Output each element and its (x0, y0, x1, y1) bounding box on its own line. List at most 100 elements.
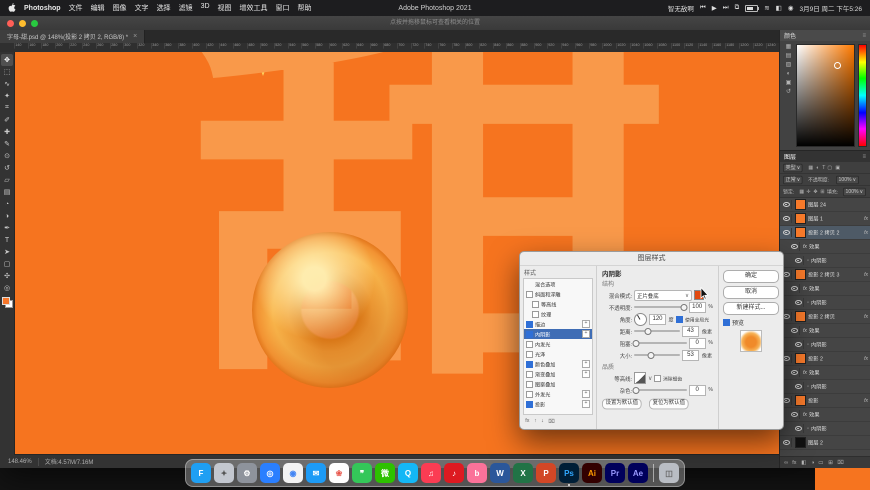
style-item-纹理[interactable]: 纹理 (524, 309, 592, 319)
hand-tool[interactable]: ✣ (1, 270, 13, 282)
type-tool[interactable]: T (1, 234, 13, 246)
layer-fx-badge[interactable]: fx (864, 314, 868, 320)
eyedropper-tool[interactable]: ✐ (1, 114, 13, 126)
layer-row[interactable]: ◦ 内阴影 (780, 296, 870, 310)
antialias-checkbox[interactable] (654, 374, 662, 382)
distance-slider[interactable] (634, 328, 680, 335)
menu-编辑[interactable]: 编辑 (91, 3, 105, 13)
style-item-图案叠加[interactable]: 图案叠加 (524, 379, 592, 389)
layer-thumbnail[interactable] (795, 311, 806, 322)
layer-row[interactable]: ◦ 内阴影 (780, 380, 870, 394)
add-style-icon[interactable]: + (582, 320, 590, 328)
display-icon[interactable]: ⧉ (735, 4, 740, 12)
style-checkbox[interactable] (532, 310, 539, 318)
crop-tool[interactable]: ⌗ (1, 102, 13, 114)
style-item-光泽[interactable]: 光泽 (524, 349, 592, 359)
move-up-icon[interactable]: ↑ (534, 418, 537, 423)
dock-finder[interactable]: F (191, 463, 211, 483)
style-item-描边[interactable]: 描边 + (524, 319, 592, 329)
dock-system-preferences[interactable]: ⚙ (237, 463, 257, 483)
dock-messages[interactable]: ❞ (352, 463, 372, 483)
opacity-slider[interactable] (634, 304, 688, 311)
window-titlebar[interactable]: 点按并拖移鼠标可查看相关的位置 (0, 16, 870, 31)
style-checkbox[interactable] (532, 300, 539, 308)
style-checkbox[interactable] (526, 360, 533, 368)
layer-row[interactable]: fx 效果 (780, 240, 870, 254)
style-checkbox[interactable] (526, 390, 533, 398)
contour-picker[interactable] (634, 372, 646, 384)
eye-icon[interactable] (790, 284, 800, 293)
layer-row[interactable]: 投影 2 拷贝 3 fx (780, 268, 870, 282)
layer-row[interactable]: 投影 2 拷贝 fx (780, 310, 870, 324)
adjustments-panel-icon[interactable]: ◐ (787, 71, 791, 77)
menu-选择[interactable]: 选择 (157, 3, 171, 13)
layer-fx-badge[interactable]: fx (864, 356, 868, 362)
style-checkbox[interactable] (526, 400, 533, 408)
size-slider[interactable] (634, 352, 680, 359)
eye-icon[interactable] (790, 368, 800, 377)
dock-trash[interactable]: ◫ (659, 463, 679, 483)
close-document-icon[interactable]: × (133, 33, 137, 40)
noise-slider[interactable] (632, 387, 687, 394)
set-default-button[interactable]: 设置为默认值 (602, 398, 642, 410)
eye-icon[interactable] (794, 382, 804, 391)
dock-photos[interactable]: ❀ (329, 463, 349, 483)
eye-icon[interactable] (782, 214, 792, 223)
layer-opacity-select[interactable]: 100% ∨ (836, 175, 859, 184)
move-tool[interactable]: ✥ (1, 54, 13, 66)
eye-icon[interactable] (794, 424, 804, 433)
new-style-button[interactable]: 新建样式... (723, 302, 779, 315)
wifi-icon[interactable]: ≋ (764, 4, 769, 12)
layer-row[interactable]: fx 效果 (780, 408, 870, 422)
battery-icon[interactable] (745, 4, 760, 12)
angle-dial[interactable] (634, 312, 647, 326)
menu-滤镜[interactable]: 滤镜 (179, 3, 193, 13)
history-brush-tool[interactable]: ↺ (1, 162, 13, 174)
layer-row[interactable]: ◦ 内阴影 (780, 422, 870, 436)
dock-netease-music[interactable]: ♪ (444, 463, 464, 483)
marquee-tool[interactable]: ⬚ (1, 66, 13, 78)
dock-after-effects[interactable]: Ae (628, 463, 648, 483)
menu-图像[interactable]: 图像 (113, 3, 127, 13)
eye-icon[interactable] (790, 410, 800, 419)
history-panel-icon[interactable]: ↺ (786, 89, 791, 95)
style-checkbox[interactable] (526, 350, 533, 358)
lock-position-icon[interactable]: ✥ (814, 189, 818, 194)
zoom-window-button[interactable] (31, 19, 38, 27)
add-style-icon[interactable]: + (582, 360, 590, 368)
layer-thumbnail[interactable] (795, 227, 806, 238)
layer-row[interactable]: fx 效果 (780, 282, 870, 296)
style-item-外发光[interactable]: 外发光 + (524, 389, 592, 399)
menu-窗口[interactable]: 窗口 (276, 3, 290, 13)
filter-adjustment-icon[interactable]: ◐ (816, 165, 819, 170)
color-cursor[interactable] (834, 62, 841, 69)
layer-row[interactable]: 投影 fx (780, 394, 870, 408)
eye-icon[interactable] (782, 228, 792, 237)
filter-smart-object-icon[interactable]: ▣ (835, 165, 840, 170)
siri-icon[interactable]: ◉ (788, 4, 794, 12)
app-menu[interactable]: Photoshop (24, 5, 61, 12)
layer-row[interactable]: 图层 1 fx (780, 212, 870, 226)
filter-type-icon[interactable]: T (822, 165, 825, 170)
close-window-button[interactable] (7, 19, 14, 27)
style-item-内阴影[interactable]: 内阴影 + (524, 329, 592, 339)
style-item-斜面和浮雕[interactable]: 斜面和浮雕 (524, 289, 592, 299)
zoom-tool[interactable]: ◎ (1, 282, 13, 294)
document-tab[interactable]: 字母-甜.psd @ 148%(投影 2 拷贝 2, RGB/8) * × (0, 30, 146, 43)
style-item-颜色叠加[interactable]: 颜色叠加 + (524, 359, 592, 369)
layer-filter-type[interactable]: 类型 ∨ (783, 163, 803, 172)
layer-fx-badge[interactable]: fx (864, 230, 868, 236)
dock-qq[interactable]: Q (398, 463, 418, 483)
layer-fx-badge[interactable]: fx (864, 398, 868, 404)
layer-fx-badge[interactable]: fx (864, 216, 868, 222)
layer-thumbnail[interactable] (795, 199, 806, 210)
pen-tool[interactable]: ✒ (1, 222, 13, 234)
lock-pixels-icon[interactable]: ✛ (807, 189, 811, 194)
eye-icon[interactable] (790, 326, 800, 335)
layer-fx-badge[interactable]: fx (864, 272, 868, 278)
dock-photoshop[interactable]: Ps (559, 463, 579, 483)
lock-transparency-icon[interactable]: ▦ (799, 189, 804, 194)
style-checkbox[interactable] (526, 330, 533, 338)
clone-stamp-tool[interactable]: ⊙ (1, 150, 13, 162)
path-selection-tool[interactable]: ➤ (1, 246, 13, 258)
